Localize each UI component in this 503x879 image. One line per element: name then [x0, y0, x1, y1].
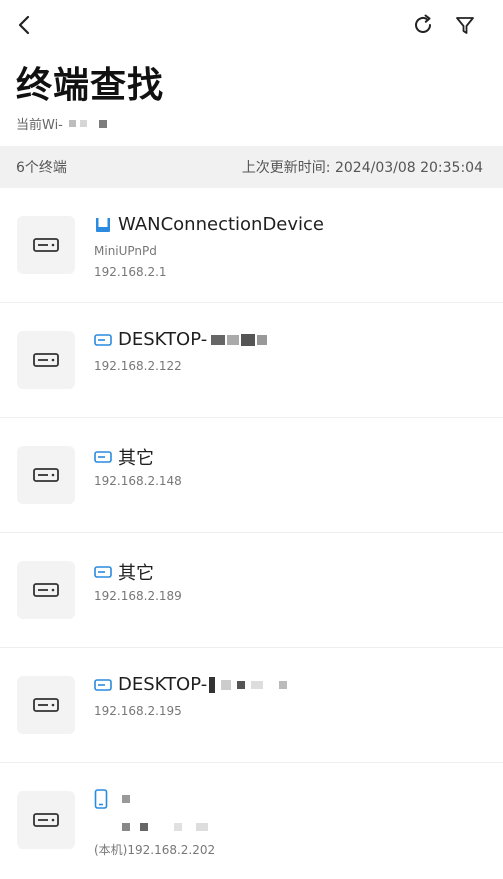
computer-icon: [94, 451, 112, 463]
redacted-name: [122, 795, 130, 803]
redacted-name: [209, 676, 288, 693]
network-device-icon: [33, 583, 59, 597]
redacted-name: [211, 333, 268, 346]
computer-icon: [94, 333, 112, 346]
filter-icon: [456, 17, 474, 34]
last-updated: 上次更新时间: 2024/03/08 20:35:04: [241, 160, 483, 176]
device-ip: (本机)192.168.2.202: [94, 843, 216, 857]
refresh-button[interactable]: [408, 10, 438, 40]
refresh-icon: [415, 14, 431, 33]
page-title: 终端查找: [16, 65, 165, 106]
device-row[interactable]: 其它 192.168.2.148: [0, 418, 503, 533]
device-ip: 192.168.2.122: [94, 359, 182, 373]
device-row[interactable]: DESKTOP- 192.168.2.122: [0, 303, 503, 418]
network-device-icon: [33, 238, 59, 252]
device-row[interactable]: (本机)192.168.2.202: [0, 763, 503, 878]
redacted-line: [118, 823, 208, 831]
computer-icon: [94, 566, 112, 578]
device-model: MiniUPnPd: [94, 244, 157, 258]
device-name-line: DESKTOP-: [94, 329, 268, 350]
back-button[interactable]: [10, 10, 40, 40]
device-name: 其它: [118, 563, 154, 584]
device-ip: 192.168.2.1: [94, 265, 167, 279]
device-list: WANConnectionDevice MiniUPnPd 192.168.2.…: [0, 188, 503, 878]
device-name-line: WANConnectionDevice: [94, 214, 324, 235]
network-device-icon: [33, 813, 59, 827]
device-tile: [17, 676, 75, 734]
device-name-line: 其它: [94, 444, 154, 470]
device-count: 6个终端: [16, 160, 67, 176]
network-device-icon: [33, 353, 59, 367]
computer-icon: [94, 678, 112, 691]
back-arrow-icon: [18, 15, 30, 35]
router-icon: [94, 216, 112, 234]
device-row[interactable]: WANConnectionDevice MiniUPnPd 192.168.2.…: [0, 188, 503, 303]
wifi-label: 当前Wi-: [16, 118, 63, 133]
device-ip: 192.168.2.189: [94, 589, 182, 603]
current-wifi: 当前Wi-: [16, 114, 107, 133]
redacted-block: [79, 120, 87, 127]
device-tile: [17, 791, 75, 849]
redacted-block: [68, 120, 76, 127]
device-name: 其它: [118, 448, 154, 469]
top-bar: [0, 0, 503, 50]
device-name-line: [94, 789, 130, 809]
phone-icon: [94, 789, 108, 809]
network-device-icon: [33, 698, 59, 712]
device-row[interactable]: 其它 192.168.2.189: [0, 533, 503, 648]
filter-button[interactable]: [450, 10, 480, 40]
device-name: DESKTOP-: [118, 329, 208, 350]
summary-bar: 6个终端 上次更新时间: 2024/03/08 20:35:04: [0, 146, 503, 188]
device-ip: 192.168.2.148: [94, 474, 182, 488]
redacted-block: [98, 119, 107, 128]
device-tile: [17, 331, 75, 389]
device-ip: 192.168.2.195: [94, 704, 182, 718]
device-name-line: 其它: [94, 559, 154, 585]
device-name: DESKTOP-: [118, 674, 208, 695]
device-tile: [17, 216, 75, 274]
device-tile: [17, 561, 75, 619]
device-name: WANConnectionDevice: [118, 214, 324, 235]
network-device-icon: [33, 468, 59, 482]
device-tile: [17, 446, 75, 504]
device-name-line: DESKTOP-: [94, 674, 288, 695]
device-row[interactable]: DESKTOP- 192.168.2.195: [0, 648, 503, 763]
